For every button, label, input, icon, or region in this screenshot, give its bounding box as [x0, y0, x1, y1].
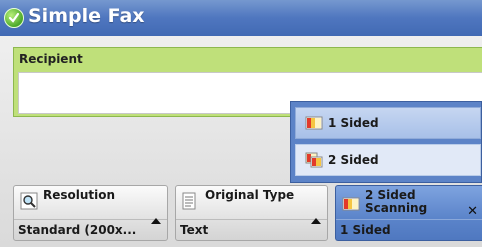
option-2-sided[interactable]: 2 Sided [295, 144, 481, 176]
divider [336, 219, 482, 220]
up-arrow-icon [151, 218, 161, 224]
option-1-sided[interactable]: 1 Sided [295, 107, 481, 139]
two-sided-title-line1: 2 Sided [365, 188, 416, 202]
resolution-button[interactable]: Resolution Standard (200x... [13, 185, 168, 241]
close-icon[interactable]: ✕ [467, 204, 478, 219]
one-sided-page-icon [342, 196, 360, 215]
resolution-value: Standard (200x... [18, 223, 137, 237]
title-bar: Simple Fax [0, 0, 482, 37]
two-sided-value: 1 Sided [340, 223, 391, 237]
divider [176, 219, 327, 220]
two-sided-title-line2: Scanning [365, 201, 428, 215]
two-sided-dropdown: 1 Sided 2 Sided [290, 101, 482, 183]
check-circle-icon [4, 8, 24, 28]
window-title: Simple Fax [28, 5, 145, 27]
original-type-value: Text [180, 223, 209, 237]
recipient-label: Recipient [19, 52, 83, 66]
two-sided-page-icon [305, 152, 323, 171]
two-sided-title: 2 Sided Scanning [365, 189, 427, 215]
two-sided-scanning-button[interactable]: 2 Sided Scanning 1 Sided ✕ [335, 185, 482, 241]
divider [14, 219, 167, 220]
document-icon [182, 192, 196, 213]
resolution-title: Resolution [43, 188, 116, 202]
up-arrow-icon [311, 218, 321, 224]
option-label: 1 Sided [328, 116, 379, 130]
original-type-button[interactable]: Original Type Text [175, 185, 328, 241]
one-sided-page-icon [305, 115, 323, 134]
option-label: 2 Sided [328, 153, 379, 167]
magnifier-icon [20, 192, 38, 213]
original-type-title: Original Type [205, 188, 295, 202]
